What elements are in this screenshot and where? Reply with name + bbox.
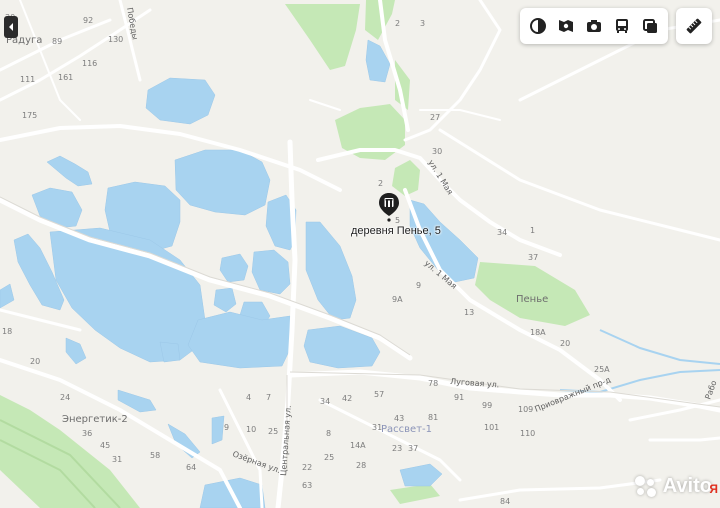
house-number: 161 [58, 73, 73, 82]
layers-button[interactable] [526, 12, 550, 40]
place-label-penye: Пенье [516, 294, 548, 305]
house-number: 8 [326, 429, 331, 438]
photo-button[interactable] [582, 12, 606, 40]
house-number: 81 [428, 413, 438, 422]
chevron-left-icon [9, 23, 13, 31]
traffic-icon [643, 19, 657, 33]
house-number: 9А [392, 295, 403, 304]
house-number: 25 [268, 427, 278, 436]
house-number: 25 [324, 453, 334, 462]
back-button[interactable] [4, 16, 18, 38]
yandex-logo[interactable]: Я [709, 482, 718, 496]
house-number: 91 [454, 393, 464, 402]
house-number: 31 [112, 455, 122, 464]
house-number: 9 [224, 423, 229, 432]
house-number: 23 [392, 444, 402, 453]
house-number: 36 [82, 429, 92, 438]
layer-controls [520, 8, 668, 44]
house-number: 89 [52, 37, 62, 46]
house-number: 20 [30, 357, 40, 366]
traffic-button[interactable] [638, 12, 662, 40]
house-number: 64 [186, 463, 196, 472]
house-number: 2 [378, 179, 383, 188]
house-number: 18А [530, 328, 546, 337]
map-canvas[interactable]: 92 89 30 116 130 111 161 175 2 3 27 30 2… [0, 0, 720, 508]
ruler-icon [686, 18, 702, 34]
ruler-control [676, 8, 712, 44]
location-pin-icon[interactable] [378, 192, 400, 222]
avito-watermark-text: Avito [662, 474, 712, 497]
house-number: 37 [408, 444, 418, 453]
place-label-energetik: Энергетик-2 [62, 414, 128, 425]
house-number: 24 [60, 393, 70, 402]
house-number: 1 [530, 226, 535, 235]
house-number: 34 [320, 397, 330, 406]
ruler-button[interactable] [682, 12, 706, 40]
panorama-icon [559, 20, 573, 32]
map-toolbar [520, 8, 712, 44]
house-number: 37 [528, 253, 538, 262]
house-number: 45 [100, 441, 110, 450]
house-number: 57 [374, 390, 384, 399]
pin-address-label: деревня Пенье, 5 [351, 225, 441, 237]
house-number: 58 [150, 451, 160, 460]
house-number: 130 [108, 35, 123, 44]
avito-watermark: Avito [633, 474, 712, 498]
camera-icon [587, 20, 601, 32]
house-number: 84 [500, 497, 510, 506]
house-number: 92 [83, 16, 93, 25]
house-number: 43 [394, 414, 404, 423]
house-number: 3 [420, 19, 425, 28]
house-number: 10 [246, 425, 256, 434]
avito-logo-icon [633, 474, 659, 498]
house-number: 175 [22, 111, 37, 120]
house-number: 20 [560, 339, 570, 348]
house-number: 13 [464, 308, 474, 317]
house-number: 99 [482, 401, 492, 410]
house-number: 30 [432, 147, 442, 156]
house-number: 28 [356, 461, 366, 470]
house-number: 25А [594, 365, 610, 374]
house-number: 63 [302, 481, 312, 490]
house-number: 101 [484, 423, 499, 432]
place-label-rassvet: Рассвет-1 [381, 424, 432, 435]
transit-button[interactable] [610, 12, 634, 40]
house-number: 42 [342, 394, 352, 403]
house-number: 14А [350, 441, 366, 450]
house-number: 4 [246, 393, 251, 402]
house-number: 109 [518, 405, 533, 414]
layers-icon [530, 18, 546, 34]
house-number: 9 [416, 281, 421, 290]
house-number: 34 [497, 228, 507, 237]
house-number: 2 [395, 19, 400, 28]
house-number: 111 [20, 75, 35, 84]
house-number: 110 [520, 429, 535, 438]
panorama-button[interactable] [554, 12, 578, 40]
house-number: 18 [2, 327, 12, 336]
house-number: 116 [82, 59, 97, 68]
house-number: 22 [302, 463, 312, 472]
bus-icon [616, 19, 628, 33]
house-number: 7 [266, 393, 271, 402]
house-number: 27 [430, 113, 440, 122]
house-number: 78 [428, 379, 438, 388]
